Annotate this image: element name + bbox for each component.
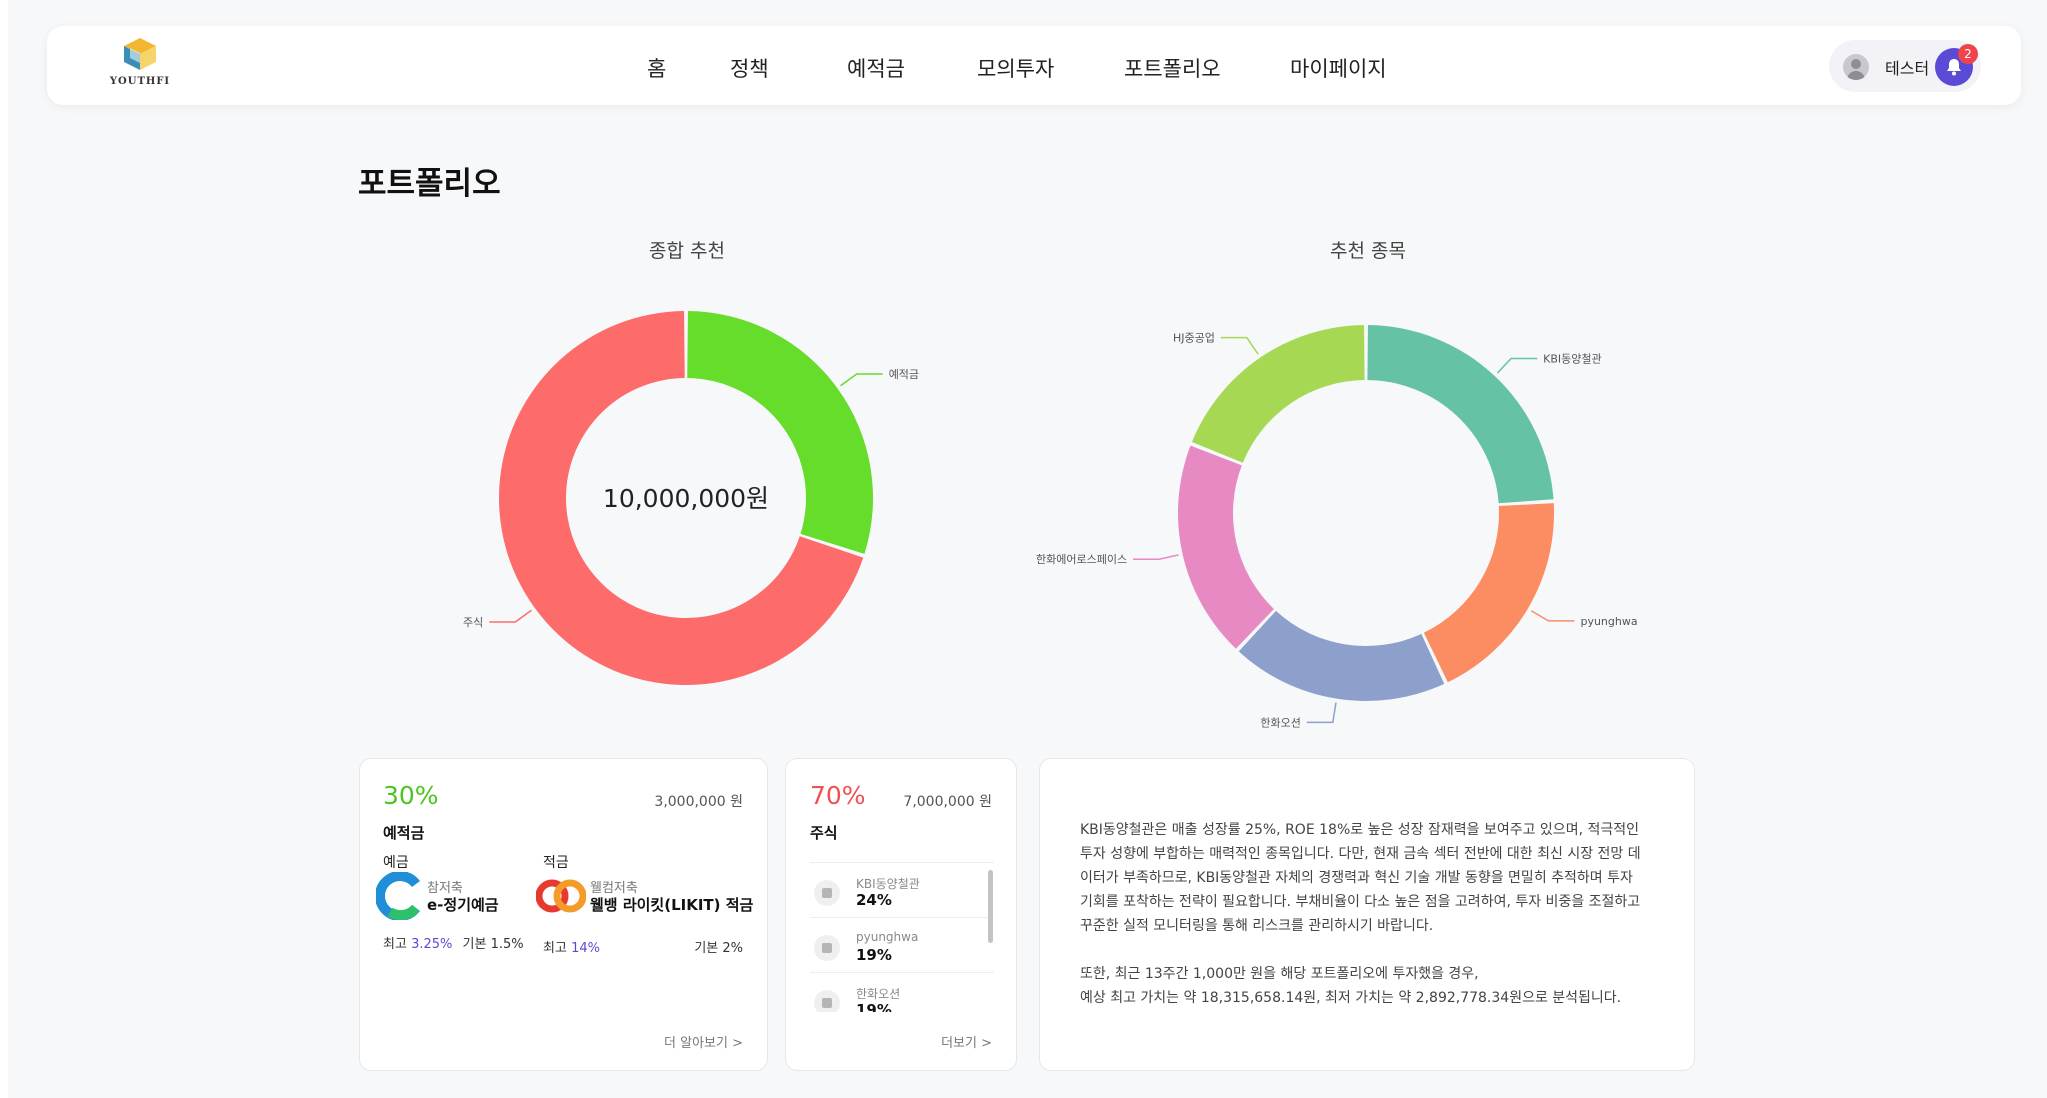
welcome-bank-logo-icon — [536, 879, 586, 913]
page: YOUTHFI 홈 정책 예적금 모의투자 포트폴리오 마이페이지 테스터 2 — [8, 0, 2047, 1098]
savings-label: 예적금 — [383, 824, 425, 842]
chart0-center-label: 10,000,000원 — [603, 484, 769, 513]
stock-name: 한화오션 — [856, 987, 901, 1001]
chart1-slice-2[interactable] — [1238, 610, 1445, 701]
chart1-slice-1[interactable] — [1423, 503, 1554, 683]
chip-icon — [814, 880, 840, 906]
installment-max-rate: 최고 14% — [543, 937, 600, 956]
chart1-leader-2 — [1306, 702, 1337, 724]
analysis-card: KBI동양철관은 매출 성장률 25%, ROE 18%로 높은 성장 잠재력을… — [1039, 758, 1695, 1071]
installment-max-value: 14% — [571, 941, 600, 956]
stock-percent: 70% — [810, 781, 866, 810]
chart1-leader-0 — [1496, 357, 1538, 374]
deposit-max-label: 최고 — [383, 937, 407, 952]
chart0-leader-0 — [840, 373, 883, 387]
stock-label: 주식 — [810, 824, 838, 842]
savings-more-link[interactable]: 더 알아보기 > — [664, 1032, 743, 1051]
installment-max-label: 최고 — [543, 941, 567, 956]
chart0-label-0: 예적금 — [889, 368, 919, 381]
stock-more-link[interactable]: 더보기 > — [941, 1032, 992, 1051]
stock-name: pyunghwa — [856, 930, 919, 944]
chart1-label-4: HJ중공업 — [1173, 332, 1215, 345]
installment-base-rate: 기본 2% — [694, 941, 743, 956]
chip-icon — [814, 935, 840, 961]
chart1-leader-4 — [1220, 336, 1259, 355]
installment-type-label: 적금 — [543, 855, 569, 871]
analysis-simulation-line2: 예상 최고 가치는 약 18,315,658.14원, 최저 가치는 약 2,8… — [1080, 990, 1622, 1006]
bank-logo-icon — [376, 872, 420, 920]
stock-card: 70% 7,000,000 원 주식 KBI동양철관 24% pyunghwa … — [785, 758, 1017, 1071]
stock-name: KBI동양철관 — [856, 877, 920, 891]
chart1-slice-0[interactable] — [1367, 325, 1554, 504]
savings-card: 30% 3,000,000 원 예적금 예금 참저축 e-정기예금 최고 3.2… — [359, 758, 768, 1071]
portfolio-charts: 예적금주식 10,000,000원 KBI동양철관 pyunghwa 한화오션 한화에어로… — [463, 311, 1638, 729]
deposit-base-rate: 기본 1.5% — [462, 937, 524, 952]
stock-pct: 19% — [856, 1001, 892, 1012]
deposit-max-rate: 3.25% — [411, 937, 453, 952]
deposit-type-label: 예금 — [383, 855, 409, 871]
chart1-leader-1 — [1530, 610, 1575, 622]
stock-list-scrollbar[interactable] — [988, 870, 993, 943]
savings-amount: 3,000,000 원 — [654, 794, 743, 810]
chip-icon — [814, 990, 840, 1012]
deposit-rate: 최고 3.25% 기본 1.5% — [383, 933, 524, 952]
chart0-leader-1 — [489, 609, 532, 623]
analysis-simulation-line1: 또한, 최근 13주간 1,000만 원을 해당 포트폴리오에 투자했을 경우, — [1080, 966, 1479, 982]
chart1-slice-4[interactable] — [1191, 325, 1365, 463]
analysis-paragraph: KBI동양철관은 매출 성장률 25%, ROE 18%로 높은 성장 잠재력을… — [1080, 822, 1641, 934]
list-item[interactable]: KBI동양철관 24% — [810, 862, 994, 917]
chart0-label-1: 주식 — [463, 616, 483, 629]
chart1-leader-3 — [1133, 554, 1179, 560]
stock-pct: 19% — [856, 946, 892, 964]
chart1-label-1: pyunghwa — [1580, 615, 1637, 628]
chart1-label-0: KBI동양철관 — [1543, 352, 1601, 365]
chart1-slice-3[interactable] — [1177, 445, 1274, 649]
stock-pct: 24% — [856, 891, 892, 909]
list-item[interactable]: 한화오션 19% — [810, 972, 994, 1012]
stock-amount: 7,000,000 원 — [903, 794, 992, 810]
installment-product-name[interactable]: 웰뱅 라이킷(LIKIT) 적금 — [590, 894, 753, 915]
chart1-label-3: 한화에어로스페이스 — [1036, 553, 1127, 566]
stock-list[interactable]: KBI동양철관 24% pyunghwa 19% 한화오션 19% — [810, 862, 994, 1012]
deposit-product-name[interactable]: e-정기예금 — [427, 894, 499, 915]
chart0-slice-0[interactable] — [687, 311, 873, 554]
list-item[interactable]: pyunghwa 19% — [810, 917, 994, 972]
chart1-label-2: 한화오션 — [1260, 716, 1300, 729]
savings-percent: 30% — [383, 781, 439, 810]
